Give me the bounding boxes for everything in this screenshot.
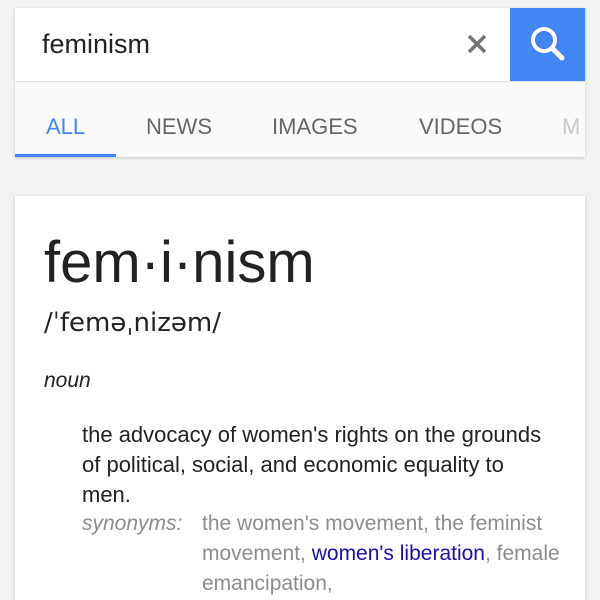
search-card: ALL NEWS IMAGES VIDEOS M: [15, 8, 585, 157]
dictionary-card: fem·i·nism /ˈfeməˌnizəm/ noun the advoca…: [15, 196, 585, 600]
search-bar: [15, 8, 585, 81]
active-tab-indicator: [15, 154, 116, 157]
search-button[interactable]: [510, 8, 585, 81]
close-icon: [467, 34, 487, 54]
part-of-speech: noun: [44, 369, 91, 392]
search-tabs: ALL NEWS IMAGES VIDEOS M: [15, 82, 585, 157]
synonyms-label: synonyms:: [82, 512, 183, 535]
search-input[interactable]: [15, 8, 445, 81]
tab-all[interactable]: ALL: [46, 82, 85, 157]
pronunciation: /ˈfeməˌnizəm/: [44, 308, 221, 338]
clear-search-button[interactable]: [455, 22, 499, 66]
tab-videos[interactable]: VIDEOS: [419, 82, 502, 157]
search-results-page: ALL NEWS IMAGES VIDEOS M fem·i·nism /ˈfe…: [0, 0, 600, 600]
search-icon: [531, 27, 565, 61]
tab-images[interactable]: IMAGES: [272, 82, 358, 157]
tab-news[interactable]: NEWS: [146, 82, 212, 157]
synonym-link[interactable]: women's liberation: [312, 542, 485, 565]
synonyms-list: the women's movement, the feminist movem…: [202, 512, 560, 595]
dictionary-headword: fem·i·nism: [44, 230, 315, 295]
tab-more[interactable]: M: [562, 82, 580, 157]
synonym: the women's movement: [202, 512, 424, 535]
definition-text: the advocacy of women's rights on the gr…: [82, 422, 542, 507]
